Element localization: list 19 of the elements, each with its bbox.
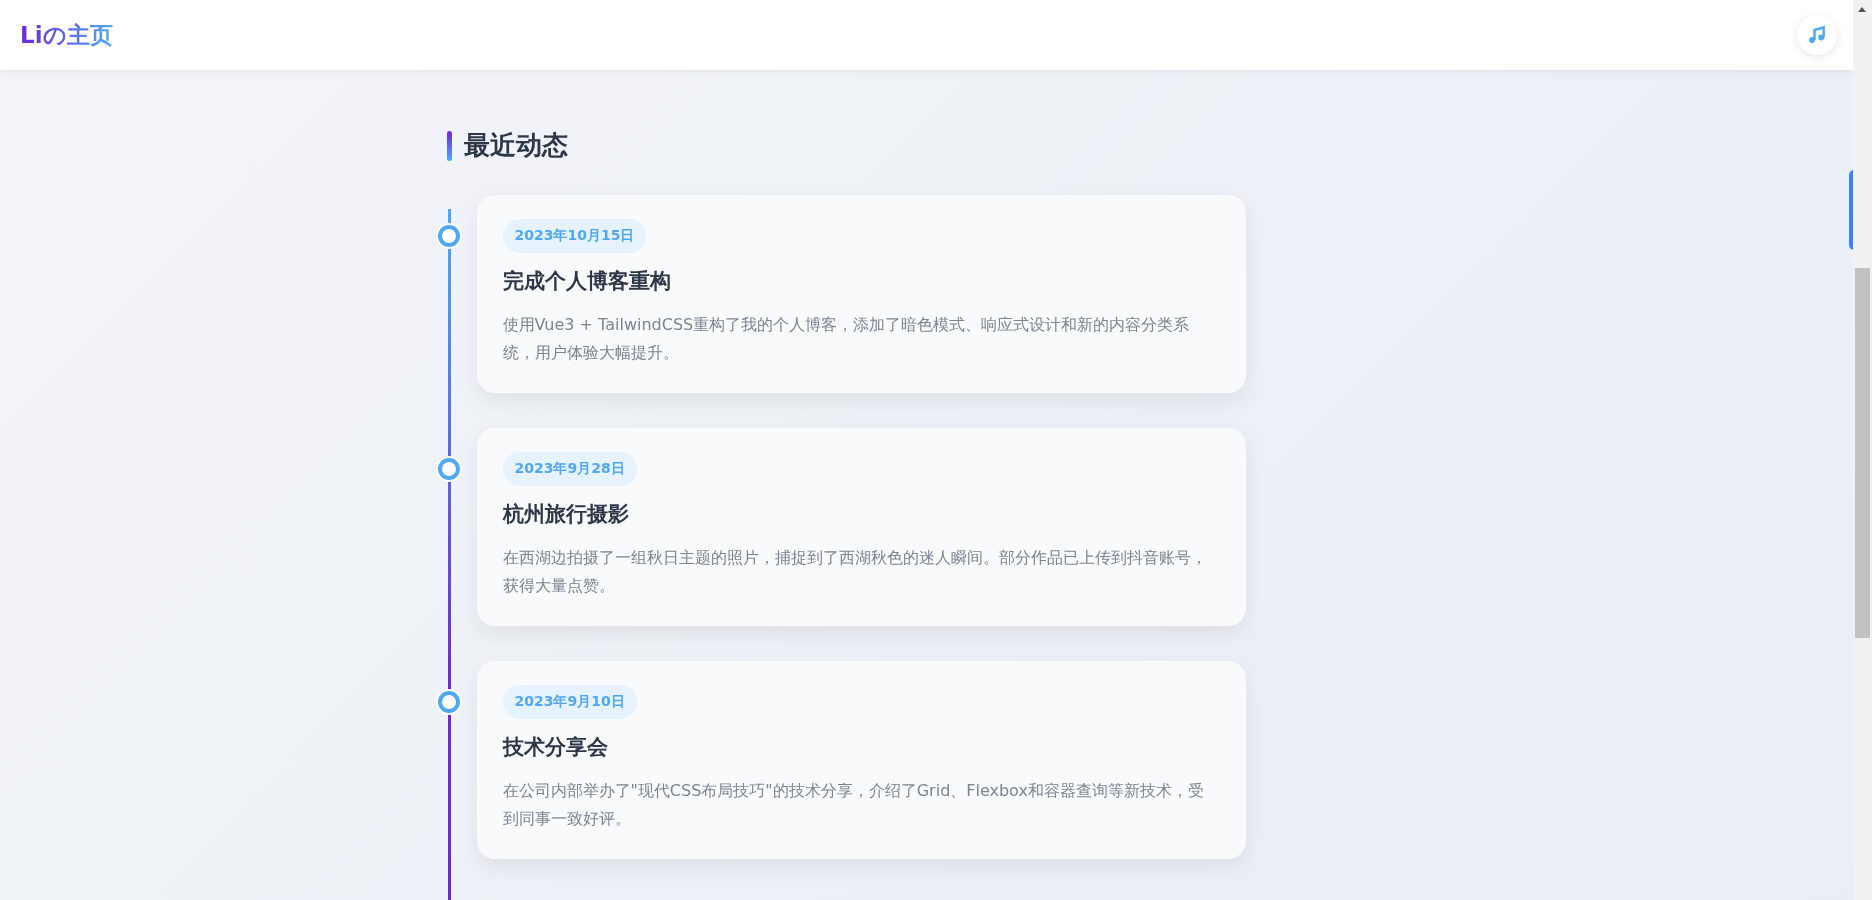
section-title: 最近动态 [463,129,568,162]
heading-accent-bar [446,130,452,161]
date-badge: 2023年9月28日 [502,452,637,486]
scrollbar-thumb[interactable] [1855,268,1870,638]
event-title: 技术分享会 [502,734,609,761]
event-description: 在公司内部举办了"现代CSS布局技巧"的技术分享，介绍了Grid、Flexbox和容器查询等新技术，受到同事一致好评。 [502,780,1205,830]
event-description: 使用Vue3 + TailwindCSS重构了我的个人博客，添加了暗色模式、响应式设计和新的内容分类系统，用户体验大幅提升。 [502,314,1191,364]
music-note-icon [1807,25,1827,45]
event-title: 杭州旅行摄影 [502,501,630,528]
date-badge: 2023年9月10日 [502,685,637,719]
scroll-up-icon[interactable] [1858,7,1866,12]
timeline-dot [437,458,460,480]
scrollbar[interactable] [1853,0,1872,900]
timeline-dot [437,691,460,713]
event-description: 在西湖边拍摄了一组秋日主题的照片，捕捉到了西湖秋色的迷人瞬间。部分作品已上传到抖音账号，获得大量点赞。 [502,547,1208,597]
timeline-dot [437,225,460,247]
music-button[interactable] [1797,15,1837,55]
event-title: 完成个人博客重构 [502,268,672,295]
date-badge: 2023年10月15日 [502,219,647,253]
